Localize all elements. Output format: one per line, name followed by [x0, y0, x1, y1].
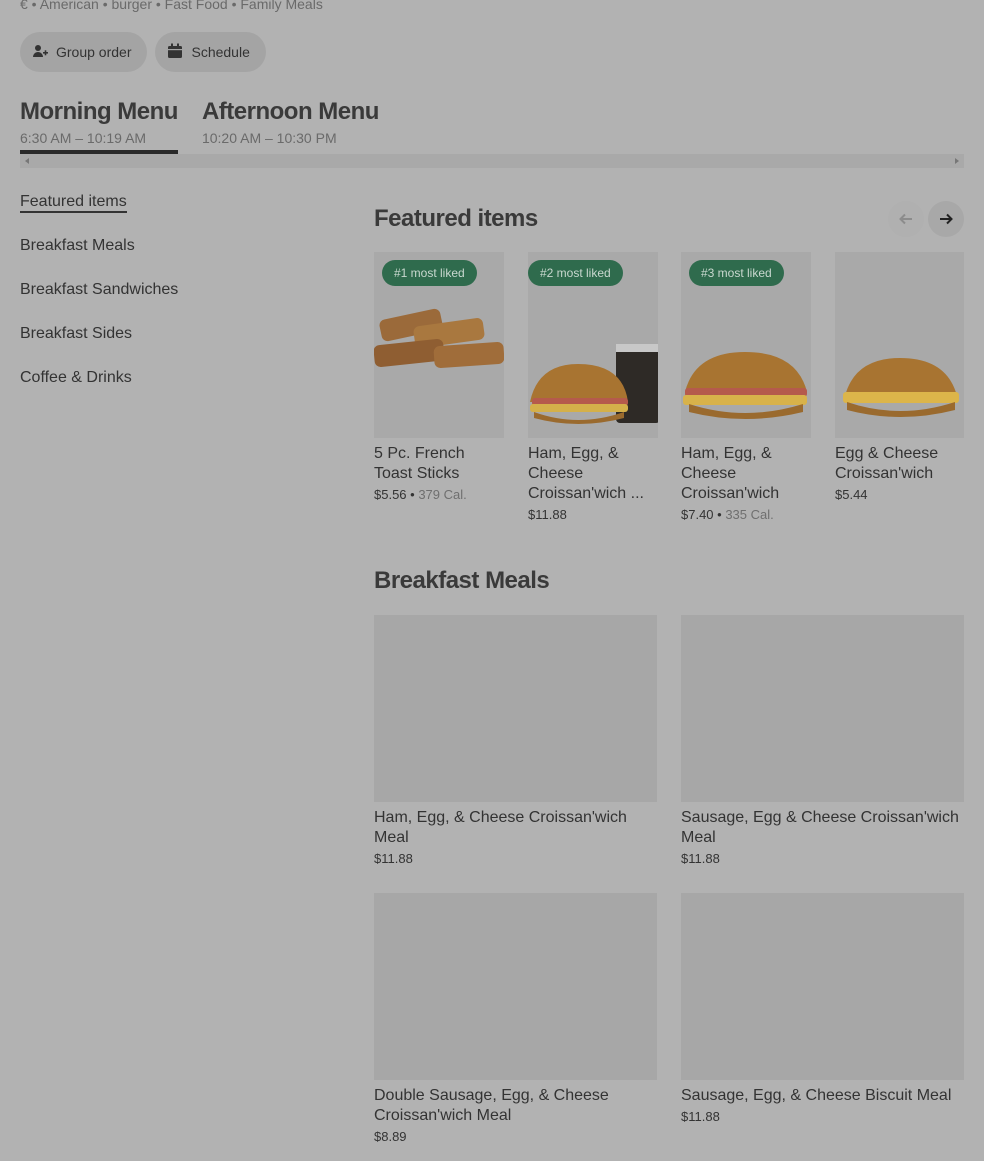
most-liked-badge: #3 most liked: [689, 260, 784, 286]
item-meta: $11.88: [528, 507, 658, 522]
item-price: $11.88: [374, 851, 413, 866]
item-name: Sausage, Egg & Cheese Croissan'wich Meal: [681, 809, 959, 846]
breakfast-meals-section-title: Breakfast Meals: [374, 567, 550, 594]
featured-item-card[interactable]: Egg & Cheese Croissan'wich $5.44: [835, 252, 964, 502]
sidebar-item-breakfast-meals[interactable]: Breakfast Meals: [20, 236, 340, 280]
horizontal-scrollbar[interactable]: [20, 154, 964, 168]
menu-hours: 10:20 AM – 10:30 PM: [201, 130, 337, 146]
sidebar-item-breakfast-sandwiches[interactable]: Breakfast Sandwiches: [20, 280, 340, 324]
menu-title: Afternoon Menu: [201, 98, 379, 125]
group-order-button[interactable]: Group order: [20, 32, 148, 72]
item-meta: $5.56 • 379 Cal.: [374, 487, 467, 502]
item-calories: 335 Cal.: [725, 507, 774, 522]
item-price: $5.56: [374, 487, 407, 502]
item-name: Egg & Cheese Croissan'wich: [835, 445, 939, 482]
item-price: $5.44: [835, 487, 868, 502]
meal-card[interactable]: Sausage, Egg & Cheese Croissan'wich Meal…: [681, 615, 964, 866]
item-name: Ham, Egg, & Cheese Croissan'wich Meal: [374, 809, 627, 846]
egg-cheese-croissant-image: [843, 358, 959, 417]
meal-card[interactable]: Sausage, Egg, & Cheese Biscuit Meal $11.…: [681, 893, 964, 1124]
item-image: [374, 615, 657, 802]
tab-afternoon-menu[interactable]: Afternoon Menu 10:20 AM – 10:30 PM: [202, 98, 379, 154]
item-name: Sausage, Egg, & Cheese Biscuit Meal: [681, 1087, 952, 1104]
item-image: #3 most liked: [681, 252, 811, 438]
item-meta: $7.40 • 335 Cal.: [681, 507, 774, 522]
item-name: 5 Pc. French Toast Sticks: [374, 445, 465, 482]
tab-morning-menu[interactable]: Morning Menu 6:30 AM – 10:19 AM: [20, 98, 178, 154]
featured-section-title: Featured items: [374, 205, 538, 232]
scroll-left-icon[interactable]: [25, 158, 29, 164]
item-meta: $5.44: [835, 487, 964, 502]
calendar-icon: [167, 43, 183, 62]
item-price: $8.89: [374, 1129, 407, 1144]
restaurant-tags: € • American • burger • Fast Food • Fami…: [20, 0, 323, 12]
item-image: [681, 893, 964, 1080]
sidebar-item-breakfast-sides[interactable]: Breakfast Sides: [20, 324, 340, 368]
meal-card[interactable]: Double Sausage, Egg, & Cheese Croissan'w…: [374, 893, 657, 1144]
most-liked-badge: #1 most liked: [382, 260, 477, 286]
scroll-right-icon[interactable]: [955, 158, 959, 164]
item-price: $11.88: [681, 851, 720, 866]
item-image: #2 most liked: [528, 252, 658, 438]
menu-tabs: Morning Menu 6:30 AM – 10:19 AM Afternoo…: [20, 98, 379, 154]
item-price: $7.40: [681, 507, 714, 522]
item-name: Ham, Egg, & Cheese Croissan'wich ...: [528, 445, 644, 502]
featured-item-card[interactable]: #3 most liked Ham, Egg, & Cheese Croissa…: [681, 252, 811, 522]
item-image: [835, 252, 964, 438]
add-person-icon: [32, 43, 48, 62]
carousel-next-button[interactable]: [928, 201, 964, 237]
featured-carousel: #1 most liked 5 Pc. French Toast Sticks …: [374, 252, 964, 542]
item-name: Ham, Egg, & Cheese Croissan'wich: [681, 445, 780, 502]
schedule-button[interactable]: Schedule: [155, 32, 266, 72]
action-pills: Group order Schedule: [20, 32, 266, 72]
menu-title: Morning Menu: [20, 98, 178, 125]
item-image: [681, 615, 964, 802]
meal-card[interactable]: Ham, Egg, & Cheese Croissan'wich Meal $1…: [374, 615, 657, 866]
item-name: Double Sausage, Egg, & Cheese Croissan'w…: [374, 1087, 609, 1124]
category-sidebar: Featured items Breakfast Meals Breakfast…: [20, 192, 340, 412]
sidebar-item-coffee-drinks[interactable]: Coffee & Drinks: [20, 368, 340, 412]
item-price: $11.88: [528, 507, 567, 522]
item-image: #1 most liked: [374, 252, 504, 438]
menu-hours: 6:30 AM – 10:19 AM: [20, 130, 147, 146]
sidebar-item-featured-items[interactable]: Featured items: [20, 192, 340, 236]
arrow-right-icon: [940, 213, 953, 225]
item-image: [374, 893, 657, 1080]
featured-item-card[interactable]: #1 most liked 5 Pc. French Toast Sticks …: [374, 252, 504, 502]
featured-item-card[interactable]: #2 most liked Ham, Egg, & Cheese Croissa…: [528, 252, 658, 522]
most-liked-badge: #2 most liked: [528, 260, 623, 286]
item-price: $11.88: [681, 1109, 720, 1124]
item-calories: 379 Cal.: [418, 487, 467, 502]
carousel-prev-button[interactable]: [888, 201, 924, 237]
schedule-label: Schedule: [191, 44, 250, 60]
group-order-label: Group order: [56, 44, 132, 60]
carousel-arrows: [888, 201, 964, 237]
arrow-left-icon: [899, 213, 912, 225]
